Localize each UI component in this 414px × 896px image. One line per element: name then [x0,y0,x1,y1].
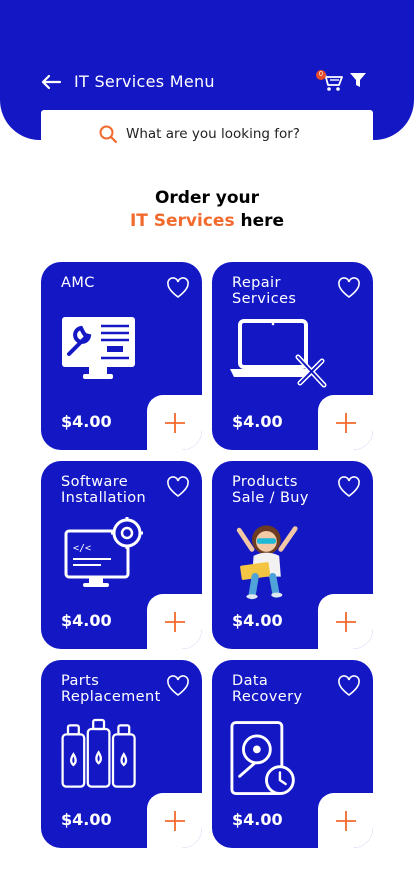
girl-with-laptop-illustration [236,525,298,600]
heart-outline-icon[interactable] [166,675,190,697]
heart-outline-icon[interactable] [166,277,190,299]
page-title: IT Services Menu [74,72,215,91]
plus-icon [165,413,185,433]
add-to-cart-button[interactable] [147,594,202,649]
plus-icon [336,612,356,632]
service-price: $4.00 [232,810,283,829]
filter-icon [350,73,366,87]
ink-bottles-icon [61,718,136,788]
cart-count-badge: 0 [316,70,326,80]
intro-heading-line1: Order your [154,188,260,208]
heart-outline-icon[interactable] [337,476,361,498]
service-title: Products Sale / Buy [232,474,309,506]
arrow-left-icon [41,74,62,90]
plus-icon [336,811,356,831]
svg-text:</<: </< [73,543,91,554]
service-card-amc[interactable]: AMC $4.00 [41,262,202,450]
heart-outline-icon[interactable] [337,675,361,697]
heart-outline-icon[interactable] [337,277,361,299]
service-price: $4.00 [61,412,112,431]
service-title: Data Recovery [232,673,303,705]
plus-icon [336,413,356,433]
add-to-cart-button[interactable] [147,793,202,848]
service-title: Parts Replacement [61,673,161,705]
back-button[interactable] [38,70,64,94]
add-to-cart-button[interactable] [147,395,202,450]
service-title: AMC [61,275,95,291]
service-card-parts[interactable]: Parts Replacement $4.00 [41,660,202,848]
service-card-software[interactable]: Software Installation </< $4.00 [41,461,202,649]
monitor-gear-code-icon: </< [64,517,143,587]
plus-icon [165,612,185,632]
intro-heading-line2: IT Services here [0,211,414,231]
service-price: $4.00 [61,810,112,829]
filter-button[interactable] [348,70,368,90]
service-price: $4.00 [232,611,283,630]
add-to-cart-button[interactable] [318,793,373,848]
heart-outline-icon[interactable] [166,476,190,498]
search-input[interactable] [126,126,316,142]
hard-drive-clock-icon [230,721,295,795]
service-card-products[interactable]: Products Sale / Buy $4.00 [212,461,373,649]
service-title: Software Installation [61,474,147,506]
service-card-data-recovery[interactable]: Data Recovery $4.00 [212,660,373,848]
service-card-repair[interactable]: Repair Services $4.00 [212,262,373,450]
service-title: Repair Services [232,275,297,307]
intro-heading-rest: here [234,211,285,231]
monitor-wrench-icon [62,317,135,379]
search-icon [99,125,118,144]
add-to-cart-button[interactable] [318,594,373,649]
intro-heading-accent: IT Services [129,211,235,231]
service-price: $4.00 [61,611,112,630]
search-bar[interactable] [41,110,373,158]
service-price: $4.00 [232,412,283,431]
add-to-cart-button[interactable] [318,395,373,450]
laptop-tools-icon [230,319,327,388]
plus-icon [165,811,185,831]
